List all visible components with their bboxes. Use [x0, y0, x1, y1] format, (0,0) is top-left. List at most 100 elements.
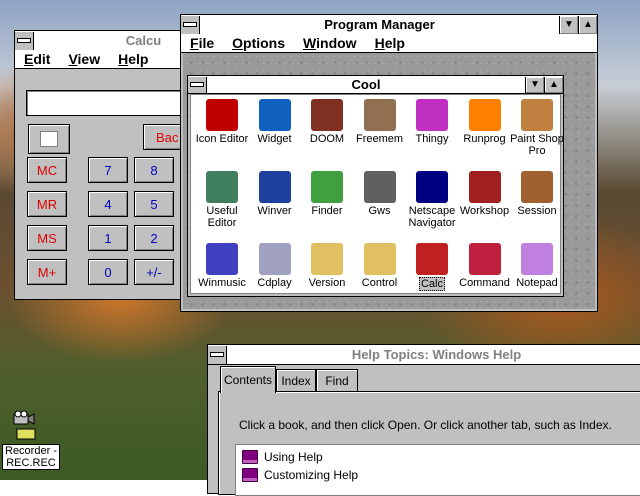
pm-maximize-icon[interactable]: ▲	[578, 15, 597, 34]
pm-menu-help[interactable]: Help	[366, 35, 414, 51]
calc-0-button[interactable]: 0	[88, 259, 128, 285]
calculator-memory-indicator	[28, 124, 70, 154]
skull-icon	[363, 99, 396, 131]
calc-5-button[interactable]: 5	[134, 191, 174, 217]
paint-bucket-icon	[521, 99, 553, 131]
program-icon-label: Finder	[311, 205, 343, 217]
calc-8-button[interactable]: 8	[134, 157, 174, 183]
thingy-icon	[416, 99, 448, 131]
program-icon-label: Thingy	[415, 133, 449, 145]
program-icon[interactable]: Calc	[403, 243, 461, 291]
program-icon[interactable]: Version	[298, 243, 356, 289]
calc-mplus-button[interactable]: M+	[27, 259, 67, 285]
recorder-label: Recorder - REC.REC	[2, 444, 60, 470]
program-icon[interactable]: Freemem	[351, 99, 409, 145]
tab-index[interactable]: Index	[276, 369, 316, 392]
calc-icon	[416, 243, 448, 275]
calc-menu-edit[interactable]: Edit	[15, 51, 59, 67]
program-icon[interactable]: Thingy	[403, 99, 461, 145]
cd-icon	[258, 243, 291, 275]
program-icon[interactable]: Useful Editor	[193, 171, 251, 229]
program-icon-label: Control	[361, 277, 398, 289]
control-folder-icon	[363, 243, 396, 275]
music-note-icon	[206, 243, 238, 275]
program-icon-label: Command	[459, 277, 510, 289]
tab-find[interactable]: Find	[316, 369, 358, 392]
help-topics-window[interactable]: Help Topics: Windows Help Contents Index…	[207, 344, 640, 496]
pm-minimize-icon[interactable]: ▼	[559, 15, 578, 34]
program-icon[interactable]: Workshop	[456, 171, 514, 217]
program-icon[interactable]: Widget	[246, 99, 304, 145]
calc-menu-help[interactable]: Help	[109, 51, 157, 67]
calc-ms-button[interactable]: MS	[27, 225, 67, 251]
recorder-tape-icon	[16, 428, 36, 440]
pm-menu-options[interactable]: Options	[223, 35, 294, 51]
program-icon[interactable]: Netscape Navigator	[403, 171, 461, 229]
globe-icon	[258, 99, 291, 131]
program-icon[interactable]: Gws	[351, 171, 409, 217]
cool-group-icons: Icon Editor Widget DOOM Freemem Thingy Runpro…	[190, 94, 564, 294]
folder-icon	[311, 243, 343, 275]
program-icon[interactable]: Notepad	[508, 243, 566, 289]
help-topic-list[interactable]: Using Help Customizing Help	[235, 444, 640, 496]
command-icon	[468, 243, 501, 275]
cool-group-window[interactable]: Cool ▼ ▲ Icon Editor Widget DOOM Freemem Thi…	[187, 75, 564, 297]
help-instruction: Click a book, and then click Open. Or cl…	[239, 418, 612, 432]
group-maximize-icon[interactable]: ▲	[544, 76, 563, 93]
cool-group-titlebar[interactable]: Cool ▼ ▲	[188, 76, 563, 94]
program-icon-label: Freemem	[355, 133, 404, 145]
spheres-icon	[468, 171, 501, 203]
tab-contents[interactable]: Contents	[220, 366, 276, 393]
calc-1-button[interactable]: 1	[88, 225, 128, 251]
doom-demon-icon	[311, 99, 343, 131]
help-item-label: Using Help	[264, 450, 323, 464]
calc-2-button[interactable]: 2	[134, 225, 174, 251]
help-title: Help Topics: Windows Help	[351, 347, 522, 362]
program-icon[interactable]: Command	[456, 243, 514, 289]
calc-menu-view[interactable]: View	[59, 51, 109, 67]
help-contents-panel: Click a book, and then click Open. Or cl…	[218, 391, 640, 496]
program-icon[interactable]: Icon Editor	[193, 99, 251, 145]
calculator-system-menu-icon[interactable]	[15, 31, 34, 50]
program-icon-label: Widget	[257, 133, 292, 145]
netscape-icon	[416, 171, 448, 203]
program-icon[interactable]: Paint Shop Pro	[508, 99, 566, 157]
pm-system-menu-icon[interactable]	[181, 15, 200, 34]
help-system-menu-icon[interactable]	[208, 345, 227, 364]
program-icon[interactable]: Winmusic	[193, 243, 251, 289]
book-icon	[242, 450, 258, 464]
program-icon-label: Icon Editor	[195, 133, 249, 145]
program-icon[interactable]: Runprog	[456, 99, 514, 145]
program-icon[interactable]: Cdplay	[246, 243, 304, 289]
program-icon-label: Calc	[418, 277, 445, 291]
program-icon-label: Paint Shop Pro	[510, 133, 564, 157]
calc-mr-button[interactable]: MR	[27, 191, 67, 217]
program-icon-label: Netscape Navigator	[408, 205, 456, 229]
calc-7-button[interactable]: 7	[88, 157, 128, 183]
group-minimize-icon[interactable]: ▼	[525, 76, 544, 93]
program-icon-label: Session	[517, 205, 557, 217]
help-titlebar[interactable]: Help Topics: Windows Help	[208, 345, 640, 365]
eye-icon	[363, 171, 396, 203]
calc-mc-button[interactable]: MC	[27, 157, 67, 183]
program-icon[interactable]: Finder	[298, 171, 356, 217]
program-icon-label: Winver	[257, 205, 292, 217]
calc-4-button[interactable]: 4	[88, 191, 128, 217]
program-icon[interactable]: Control	[351, 243, 409, 289]
help-item-using-help[interactable]: Using Help	[242, 450, 323, 464]
program-manager-title: Program Manager	[324, 17, 435, 32]
cool-group-title: Cool	[351, 77, 381, 92]
rainbow-icon	[468, 99, 501, 131]
pm-menu-window[interactable]: Window	[294, 35, 366, 51]
pm-menu-file[interactable]: File	[181, 35, 223, 51]
program-icon[interactable]: Winver	[246, 171, 304, 217]
program-icon-label: DOOM	[309, 133, 345, 145]
program-icon-label: Workshop	[459, 205, 510, 217]
program-manager-window[interactable]: Program Manager ▼ ▲ File Options Window …	[180, 14, 598, 312]
program-icon[interactable]: DOOM	[298, 99, 356, 145]
icon-editor-icon	[206, 99, 238, 131]
group-system-menu-icon[interactable]	[188, 76, 207, 93]
program-icon[interactable]: Session	[508, 171, 566, 217]
program-manager-titlebar[interactable]: Program Manager ▼ ▲	[181, 15, 597, 35]
calc-plusminus-button[interactable]: +/-	[134, 259, 174, 285]
